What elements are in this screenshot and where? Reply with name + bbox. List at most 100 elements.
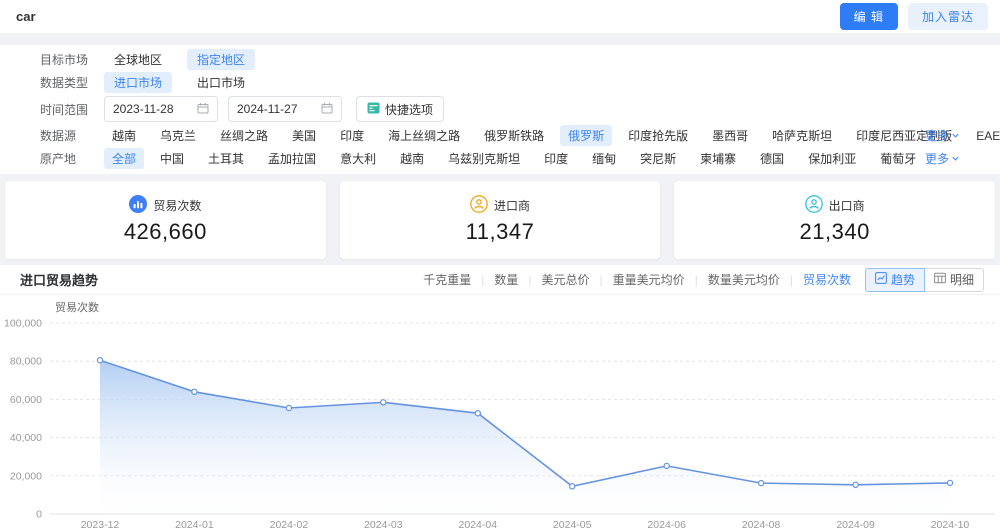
svg-text:2024-02: 2024-02	[270, 519, 309, 531]
filter-option[interactable]: 乌克兰	[152, 125, 204, 146]
svg-text:贸易次数: 贸易次数	[55, 300, 99, 314]
filter-option[interactable]: 德国	[752, 148, 792, 169]
data-source-more-link[interactable]: 更多	[925, 127, 960, 144]
filter-option[interactable]: 美国	[284, 125, 324, 146]
svg-text:2024-04: 2024-04	[459, 519, 498, 531]
filter-label: 数据源	[40, 129, 77, 143]
stat-card-importers: 进口商 11,347	[339, 181, 661, 259]
calendar-icon	[321, 102, 333, 117]
more-label: 更多	[924, 129, 949, 143]
add-to-radar-button[interactable]: 加入雷达	[907, 3, 988, 30]
chart-header: 进口贸易趋势 千克重量数量美元总价重量美元均价数量美元均价贸易次数 趋势 明细	[0, 265, 1000, 295]
chevron-down-icon	[951, 129, 960, 143]
filter-option[interactable]: 突尼斯	[632, 148, 684, 169]
metric-toggle[interactable]: 千克重量	[423, 271, 471, 288]
filter-option[interactable]: 俄罗斯	[560, 125, 613, 146]
filter-option[interactable]: 指定地区	[187, 49, 256, 70]
filter-option[interactable]: 进口市场	[104, 72, 173, 93]
filter-option[interactable]: 葡萄牙	[872, 148, 924, 169]
filter-option[interactable]: 土耳其	[200, 148, 252, 169]
metric-toggle[interactable]: 重量美元均价	[590, 271, 685, 288]
filter-option[interactable]: 哈萨克斯坦	[764, 125, 840, 146]
svg-text:20,000: 20,000	[10, 470, 42, 482]
filter-option[interactable]: 印度	[332, 125, 372, 146]
stat-card-trade-count: 贸易次数 426,660	[5, 181, 326, 259]
filter-option[interactable]: 丝绸之路	[212, 125, 276, 146]
filter-row-data-type: 数据类型 进口市场 出口市场	[40, 71, 960, 94]
svg-text:2024-09: 2024-09	[836, 519, 875, 531]
topbar-actions: 编 辑 加入雷达	[839, 3, 988, 30]
quick-calendar-icon	[367, 101, 380, 117]
trend-icon	[875, 272, 887, 287]
trend-chart-panel: 进口贸易趋势 千克重量数量美元总价重量美元均价数量美元均价贸易次数 趋势 明细 …	[0, 265, 1000, 532]
filter-option[interactable]: 全球地区	[104, 49, 172, 70]
svg-text:60,000: 60,000	[10, 394, 42, 406]
end-date-picker[interactable]	[228, 96, 342, 122]
filter-row-data-source: 数据源 越南 乌克兰 丝绸之路 美国 印度 海上丝绸之路 俄罗斯铁路 俄罗斯 印度抢先版 墨西哥哈…	[40, 124, 1000, 147]
top-bar: car 编 辑 加入雷达	[0, 0, 1000, 33]
stat-label: 进口商	[494, 199, 531, 213]
metric-toggle[interactable]: 数量美元均价	[685, 271, 780, 288]
trade-analytics-app: car 编 辑 加入雷达 目标市场 全球地区 指定地区 数据类型 进口市场 出口市场…	[0, 0, 1000, 532]
filter-option[interactable]: 俄罗斯铁路	[476, 125, 552, 146]
start-date-picker[interactable]	[104, 96, 218, 122]
filter-option[interactable]: 全部	[104, 148, 145, 169]
svg-text:2024-10: 2024-10	[931, 519, 970, 531]
metric-toggle[interactable]: 数量	[471, 271, 518, 288]
stat-label: 贸易次数	[153, 199, 202, 213]
data-source-options: 越南 乌克兰 丝绸之路 美国 印度 海上丝绸之路 俄罗斯铁路 俄罗斯 印度抢先版 墨西哥 哈萨克斯坦…	[104, 125, 1000, 146]
quick-options-button[interactable]: 快捷选项	[356, 96, 445, 122]
filter-option[interactable]: 越南	[392, 148, 432, 169]
filter-option[interactable]: EAEU(哈萨克斯坦)	[968, 125, 1000, 146]
svg-text:100,000: 100,000	[4, 318, 42, 330]
filter-option[interactable]: 出口市场	[187, 72, 255, 93]
filter-label: 原产地	[40, 152, 77, 166]
filter-label: 时间范围	[40, 102, 89, 117]
stat-value: 11,347	[465, 219, 535, 244]
svg-text:2024-08: 2024-08	[742, 519, 781, 531]
bar-chart-icon	[129, 195, 148, 216]
origin-more-link[interactable]: 更多	[925, 150, 960, 167]
svg-text:2024-05: 2024-05	[553, 519, 592, 531]
stat-value: 21,340	[799, 219, 870, 244]
filter-option[interactable]: 孟加拉国	[260, 148, 324, 169]
filter-option[interactable]: 海上丝绸之路	[380, 125, 468, 146]
trend-view-button[interactable]: 趋势	[864, 267, 925, 292]
filter-row-origin: 原产地 全部 中国 土耳其 孟加拉国 意大利 越南 乌兹别克斯坦 印度 缅甸 突尼斯 柬埔寨 德国 保加…	[40, 147, 960, 170]
view-toggle-group: 趋势 明细	[864, 267, 984, 292]
filter-label: 数据类型	[40, 76, 89, 90]
filter-option[interactable]: 保加利亚	[800, 148, 864, 169]
more-label: 更多	[924, 152, 949, 166]
chevron-down-icon	[951, 152, 960, 166]
filter-row-target-market: 目标市场 全球地区 指定地区	[40, 48, 960, 71]
metric-toggles: 千克重量数量美元总价重量美元均价数量美元均价贸易次数	[423, 271, 851, 288]
metric-toggle[interactable]: 美元总价	[518, 271, 590, 288]
svg-text:40,000: 40,000	[10, 432, 42, 444]
stat-label: 出口商	[828, 199, 865, 213]
svg-text:2024-03: 2024-03	[364, 519, 403, 531]
filter-option[interactable]: 中国	[152, 148, 192, 169]
filter-option[interactable]: 印度抢先版	[620, 125, 696, 146]
filter-option[interactable]: 印度	[536, 148, 576, 169]
origin-options: 全部 中国 土耳其 孟加拉国 意大利 越南 乌兹别克斯坦 印度 缅甸 突尼斯 柬埔寨 德国 保加利亚 葡萄…	[104, 148, 925, 169]
stat-cards: 贸易次数 426,660 进口商 11,347 出口商 21,340	[0, 174, 1000, 265]
filter-option[interactable]: 缅甸	[584, 148, 624, 169]
filter-option[interactable]: 柬埔寨	[692, 148, 744, 169]
end-date-input[interactable]	[237, 102, 319, 116]
start-date-input[interactable]	[113, 102, 195, 116]
stat-card-exporters: 出口商 21,340	[674, 181, 996, 259]
calendar-icon	[197, 102, 209, 117]
filter-option[interactable]: 越南	[104, 125, 144, 146]
exporter-icon	[804, 195, 823, 216]
filter-option[interactable]: 墨西哥	[704, 125, 756, 146]
stat-value: 426,660	[123, 219, 207, 244]
view-label: 趋势	[890, 273, 915, 287]
svg-text:80,000: 80,000	[10, 356, 42, 368]
data-type-options: 进口市场 出口市场	[104, 72, 960, 93]
detail-view-button[interactable]: 明细	[924, 267, 984, 292]
filter-option[interactable]: 意大利	[332, 148, 384, 169]
edit-button[interactable]: 编 辑	[839, 3, 898, 30]
filter-label: 目标市场	[40, 53, 89, 67]
metric-toggle[interactable]: 贸易次数	[780, 271, 851, 288]
filter-option[interactable]: 乌兹别克斯坦	[440, 148, 528, 169]
